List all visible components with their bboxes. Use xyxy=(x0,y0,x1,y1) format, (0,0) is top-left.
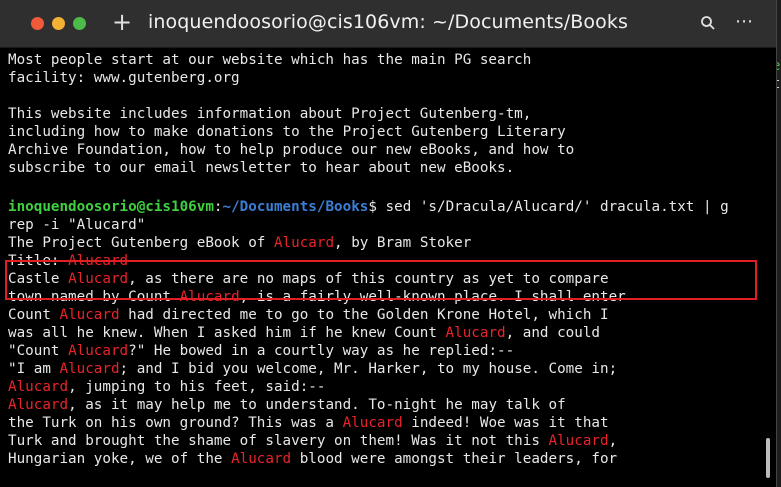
grep-match: Alucard xyxy=(445,325,506,341)
grep-match: Alucard xyxy=(8,397,69,413)
grep-match: Alucard xyxy=(8,379,69,395)
prompt-path: ~/Documents/Books xyxy=(222,199,369,215)
prompt-symbol: $ xyxy=(368,199,377,215)
output-line: including how to make donations to the P… xyxy=(8,123,566,141)
prompt-user-host: inoquendoosorio@cis106vm xyxy=(8,199,214,215)
result-text: , as it may help me to understand. To-ni… xyxy=(68,397,566,413)
terminal-window: + inoquendoosorio@cis106vm: ~/Documents/… xyxy=(0,0,777,487)
output-line: Most people start at our website which h… xyxy=(8,51,531,69)
result-line: Count Alucard had directed me to go to t… xyxy=(8,306,609,324)
result-line: Turk and brought the shame of slavery on… xyxy=(8,432,617,450)
result-text: "Count xyxy=(8,343,69,359)
result-text: Count xyxy=(8,307,60,323)
result-line: Alucard, jumping to his feet, said:-- xyxy=(8,378,325,396)
result-text: , xyxy=(608,433,618,449)
command-text: sed 's/Dracula/Alucard/' dracula.txt | g xyxy=(376,199,729,215)
grep-match: Alucard xyxy=(59,307,120,323)
result-line: was all he knew. When I asked him if he … xyxy=(8,324,600,342)
command-text: rep -i "Alucard" xyxy=(8,217,146,233)
search-icon[interactable] xyxy=(700,15,716,35)
grep-match: Alucard xyxy=(548,433,609,449)
result-text: the Turk on his own ground? This was a xyxy=(8,415,343,431)
grep-match: Alucard xyxy=(231,451,292,467)
output-text: facility: www.gutenberg.org xyxy=(8,70,240,86)
grep-match: Alucard xyxy=(342,415,403,431)
result-text: Hungarian yoke, we of the xyxy=(8,451,232,467)
result-line: The Project Gutenberg eBook of Alucard, … xyxy=(8,234,471,252)
prompt-line-continued: rep -i "Alucard" xyxy=(8,216,145,234)
result-text: The Project Gutenberg eBook of xyxy=(8,235,274,251)
result-text: was all he knew. When I asked him if he … xyxy=(8,325,446,341)
grep-match: Alucard xyxy=(59,361,120,377)
result-line: "Count Alucard?" He bowed in a courtly w… xyxy=(8,342,514,360)
result-line: "I am Alucard; and I bid you welcome, Mr… xyxy=(8,360,617,378)
result-line: Hungarian yoke, we of the Alucard blood … xyxy=(8,450,617,468)
result-text: , jumping to his feet, said:-- xyxy=(68,379,326,395)
result-line: the Turk on his own ground? This was a A… xyxy=(8,414,609,432)
output-text: This website includes information about … xyxy=(8,106,532,122)
menu-icon[interactable]: ⋯ xyxy=(735,11,753,32)
result-line: Alucard, as it may help me to understand… xyxy=(8,396,566,414)
output-line: This website includes information about … xyxy=(8,105,531,123)
window-title: inoquendoosorio@cis106vm: ~/Documents/Bo… xyxy=(148,11,628,33)
output-line: facility: www.gutenberg.org xyxy=(8,69,240,87)
grep-match: Alucard xyxy=(68,343,129,359)
result-text: blood were amongst their leaders, for xyxy=(291,451,618,467)
result-text: ?" He bowed in a courtly way as he repli… xyxy=(128,343,515,359)
grep-match: Alucard xyxy=(273,235,335,251)
output-line: subscribe to our email newsletter to hea… xyxy=(8,159,514,177)
prompt-line: inoquendoosorio@cis106vm:~/Documents/Boo… xyxy=(8,198,729,216)
command-highlight-box xyxy=(5,260,757,300)
result-text: had directed me to go to the Golden Kron… xyxy=(119,307,609,323)
result-text: indeed! Woe was it that xyxy=(402,415,609,431)
result-text: Turk and brought the shame of slavery on… xyxy=(8,433,549,449)
result-text: ; and I bid you welcome, Mr. Harker, to … xyxy=(119,361,618,377)
output-text: Most people start at our website which h… xyxy=(8,52,532,68)
result-text: , and could xyxy=(505,325,600,341)
terminal-scrollbar[interactable] xyxy=(766,438,770,478)
result-text: , by Bram Stoker xyxy=(334,235,472,251)
output-text: Archive Foundation, how to help produce … xyxy=(8,142,575,158)
output-line: Archive Foundation, how to help produce … xyxy=(8,141,574,159)
prompt-separator: : xyxy=(213,199,223,215)
output-text: subscribe to our email newsletter to hea… xyxy=(8,160,515,176)
title-bar[interactable]: + inoquendoosorio@cis106vm: ~/Documents/… xyxy=(0,0,776,48)
output-text: including how to make donations to the P… xyxy=(8,124,566,140)
result-text: "I am xyxy=(8,361,60,377)
terminal-output[interactable]: Most people start at our website which h… xyxy=(0,48,762,487)
